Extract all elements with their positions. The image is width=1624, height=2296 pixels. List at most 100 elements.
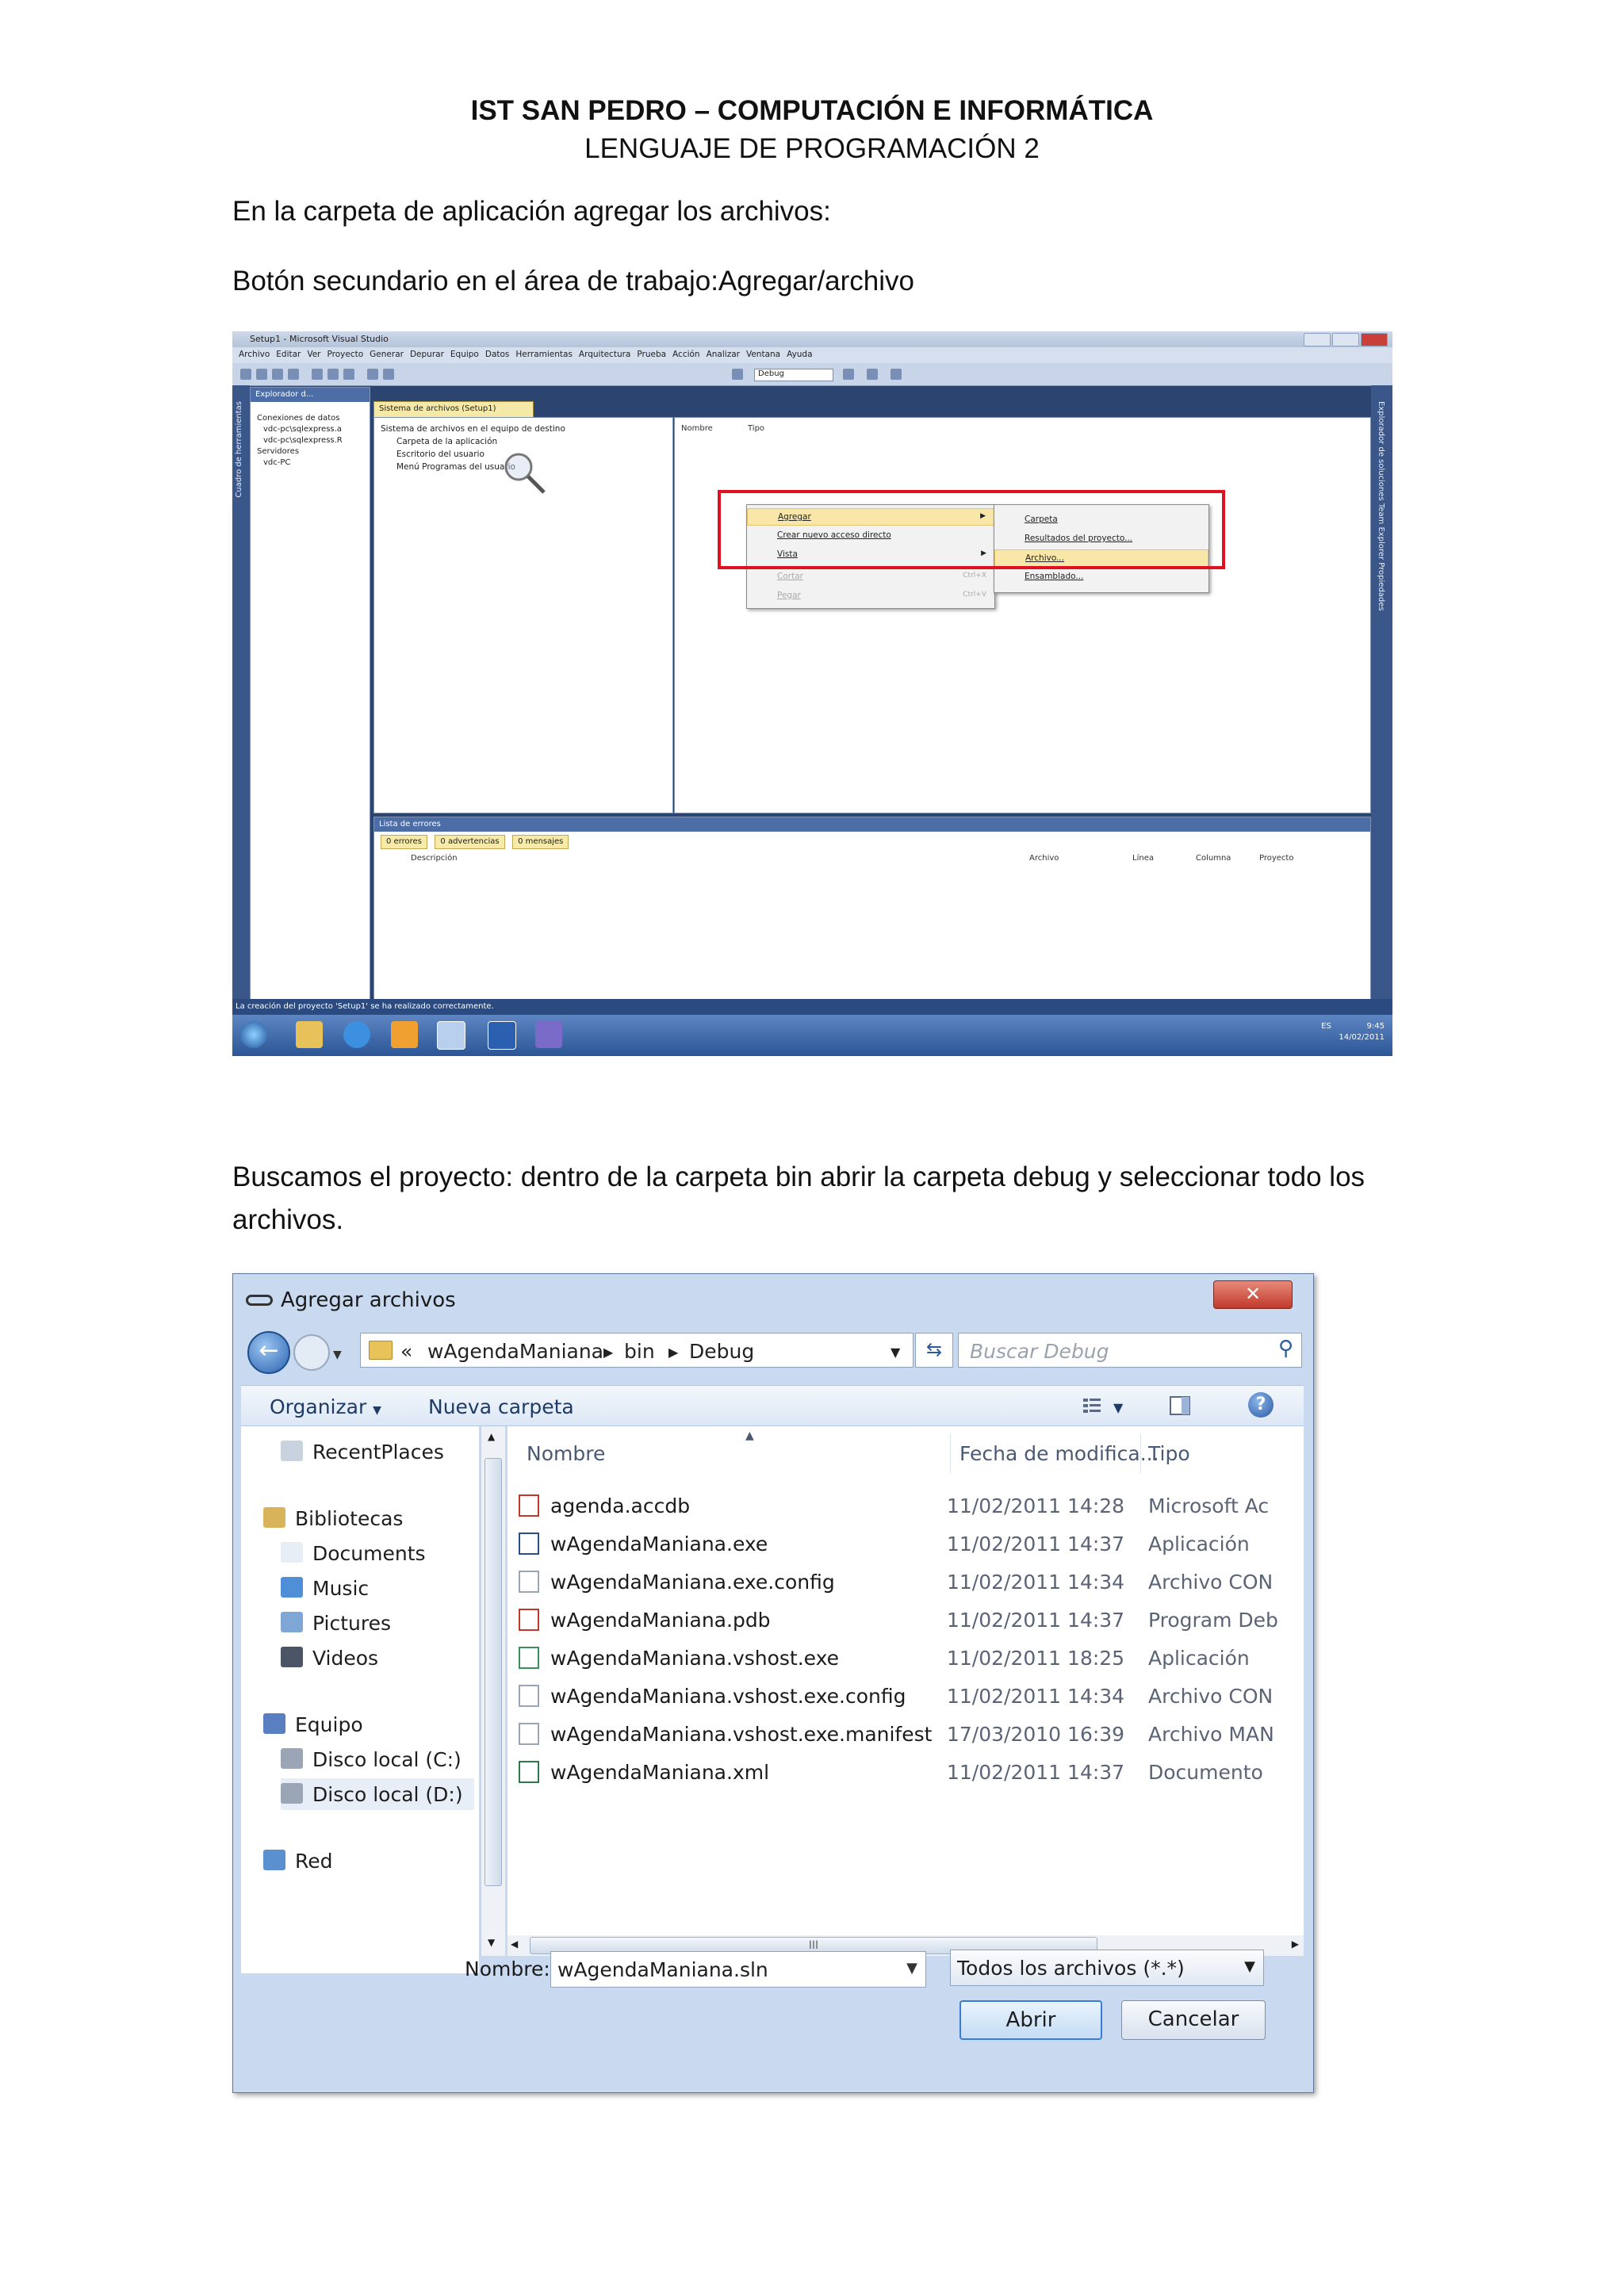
menu-4[interactable]: Generar (370, 350, 404, 359)
filename-dropdown-icon[interactable]: ▼ (906, 1960, 917, 1976)
nav-item[interactable]: Disco local (D:) (281, 1778, 474, 1810)
scroll-up-icon[interactable]: ▲ (488, 1431, 495, 1442)
nav-item[interactable]: Music (281, 1572, 474, 1604)
menu-5[interactable]: Depurar (410, 350, 444, 359)
organize-menu[interactable]: Organizar ▼ (270, 1395, 381, 1418)
search-box[interactable]: Buscar Debug ⚲ (958, 1333, 1302, 1368)
tree-item[interactable]: Escritorio del usuario (396, 448, 485, 461)
menu-10[interactable]: Prueba (637, 350, 666, 359)
find-icon[interactable] (843, 369, 854, 380)
toolbox-tab[interactable]: Cuadro de herramientas (232, 385, 250, 1016)
column-description[interactable]: Descripción (411, 854, 458, 863)
file-row[interactable]: wAgendaManiana.xml 11/02/2011 14:37 Docume… (519, 1756, 1304, 1791)
menu-0[interactable]: Archivo (239, 350, 270, 359)
nav-item[interactable]: Red (263, 1845, 474, 1877)
column-column[interactable]: Columna (1196, 854, 1231, 863)
forward-button[interactable] (293, 1334, 330, 1371)
preview-pane-icon[interactable] (1169, 1395, 1191, 1416)
breadcrumb-separator-icon[interactable]: ▶ (668, 1345, 678, 1360)
nav-item[interactable]: Bibliotecas (263, 1502, 474, 1534)
refresh-icon[interactable]: ⇆ (915, 1333, 953, 1368)
menu-12[interactable]: Analizar (707, 350, 740, 359)
menu-3[interactable]: Proyecto (327, 350, 364, 359)
menu-item-cortar[interactable]: Cortar Ctrl+X (747, 568, 994, 586)
nav-item[interactable]: Videos (281, 1642, 474, 1674)
menu-9[interactable]: Arquitectura (579, 350, 630, 359)
media-player-icon[interactable] (391, 1021, 418, 1048)
save-icon[interactable] (272, 369, 283, 380)
file-row[interactable]: agenda.accdb 11/02/2011 14:28 Microsoft Ac (519, 1490, 1304, 1525)
tree-item[interactable]: Menú Programas del usuario (396, 461, 515, 473)
filename-input[interactable]: wAgendaManiana.sln ▼ (550, 1951, 926, 1988)
copy-icon[interactable] (327, 369, 339, 380)
new-project-icon[interactable] (240, 369, 251, 380)
nav-item[interactable]: Documents (281, 1537, 474, 1569)
view-dropdown-icon[interactable]: ▼ (1113, 1400, 1123, 1415)
browser-icon[interactable] (343, 1021, 370, 1048)
messages-filter-button[interactable]: 0 mensajes (512, 835, 569, 849)
maximize-icon[interactable] (1332, 333, 1359, 346)
solution-config-select[interactable]: Debug (754, 369, 833, 381)
file-row[interactable]: wAgendaManiana.vshost.exe.manifest 17/03/… (519, 1718, 1304, 1753)
start-debug-icon[interactable] (732, 369, 743, 380)
menu-6[interactable]: Equipo (450, 350, 479, 359)
view-options-icon[interactable] (1082, 1395, 1104, 1416)
nav-scrollbar[interactable]: ▲ ▼ (481, 1426, 505, 1956)
explorer-icon[interactable] (296, 1021, 323, 1048)
nav-scroll-thumb[interactable] (485, 1458, 502, 1886)
new-folder-button[interactable]: Nueva carpeta (428, 1395, 574, 1418)
warnings-filter-button[interactable]: 0 advertencias (435, 835, 505, 849)
open-button[interactable]: Abrir (959, 2000, 1102, 2040)
back-button[interactable]: ← (247, 1331, 290, 1374)
nav-item[interactable]: Pictures (281, 1607, 474, 1639)
file-type-select[interactable]: Todos los archivos (*.*) ▼ (950, 1950, 1264, 1986)
breadcrumb-wagendamaniana[interactable]: wAgendaManiana (427, 1340, 603, 1363)
nav-item[interactable]: Disco local (C:) (281, 1743, 474, 1775)
column-file[interactable]: Archivo (1029, 854, 1059, 863)
document-tab-file-system[interactable]: Sistema de archivos (Setup1) (373, 401, 534, 419)
file-row[interactable]: wAgendaManiana.pdb 11/02/2011 14:37 Progra… (519, 1604, 1304, 1639)
address-bar[interactable]: « wAgendaManiana ▶ bin ▶ Debug ▼ (360, 1333, 914, 1368)
file-row[interactable]: wAgendaManiana.vshost.exe 11/02/2011 18:2… (519, 1642, 1304, 1677)
solution-explorer-icon[interactable] (867, 369, 878, 380)
minimize-icon[interactable] (1304, 333, 1331, 346)
help-icon[interactable]: ? (1248, 1392, 1274, 1418)
column-header-name[interactable]: Nombre (527, 1442, 605, 1465)
tree-item[interactable]: vdc-pc\sqlexpress.R (257, 435, 343, 446)
right-side-tabs[interactable]: Explorador de soluciones Team Explorer P… (1371, 385, 1392, 1016)
history-dropdown-icon[interactable]: ▼ (333, 1349, 342, 1361)
file-row[interactable]: wAgendaManiana.exe 11/02/2011 14:37 Aplica… (519, 1528, 1304, 1563)
cut-icon[interactable] (312, 369, 323, 380)
column-name[interactable]: Nombre (681, 424, 713, 433)
vs-window-controls[interactable] (1302, 333, 1389, 346)
breadcrumb-separator-icon[interactable]: ▶ (603, 1345, 613, 1360)
paste-icon[interactable] (343, 369, 354, 380)
tree-item[interactable]: Conexiones de datos (257, 413, 343, 424)
menu-14[interactable]: Ayuda (787, 350, 812, 359)
save-all-icon[interactable] (288, 369, 299, 380)
tree-item[interactable]: Servidores (257, 446, 343, 457)
undo-icon[interactable] (367, 369, 378, 380)
breadcrumb-bin[interactable]: bin (624, 1340, 655, 1363)
file-type-dropdown-icon[interactable]: ▼ (1244, 1958, 1255, 1975)
column-type[interactable]: Tipo (748, 424, 764, 433)
visual-studio-taskbar-icon[interactable] (437, 1021, 465, 1050)
close-button[interactable]: ✕ (1213, 1280, 1293, 1309)
scroll-right-icon[interactable]: ▶ (1292, 1938, 1299, 1950)
column-line[interactable]: Línea (1132, 854, 1154, 863)
open-icon[interactable] (256, 369, 267, 380)
tree-item[interactable]: vdc-PC (257, 457, 343, 469)
file-row[interactable]: wAgendaManiana.vshost.exe.config 11/02/20… (519, 1680, 1304, 1715)
address-dropdown-icon[interactable]: ▼ (891, 1345, 900, 1360)
file-system-content[interactable]: Nombre Tipo (674, 417, 1371, 813)
search-icon[interactable]: ⚲ (1278, 1337, 1293, 1360)
language-indicator[interactable]: ES (1321, 1022, 1331, 1031)
nav-item[interactable]: RecentPlaces (281, 1436, 474, 1468)
submenu-item-ensamblado[interactable]: Ensamblado... (994, 568, 1208, 586)
nav-item[interactable]: Equipo (263, 1709, 474, 1740)
scroll-left-icon[interactable]: ◀ (511, 1938, 518, 1950)
close-icon[interactable] (1361, 333, 1388, 346)
cancel-button[interactable]: Cancelar (1121, 2000, 1266, 2040)
column-project[interactable]: Proyecto (1259, 854, 1293, 863)
redo-icon[interactable] (383, 369, 394, 380)
